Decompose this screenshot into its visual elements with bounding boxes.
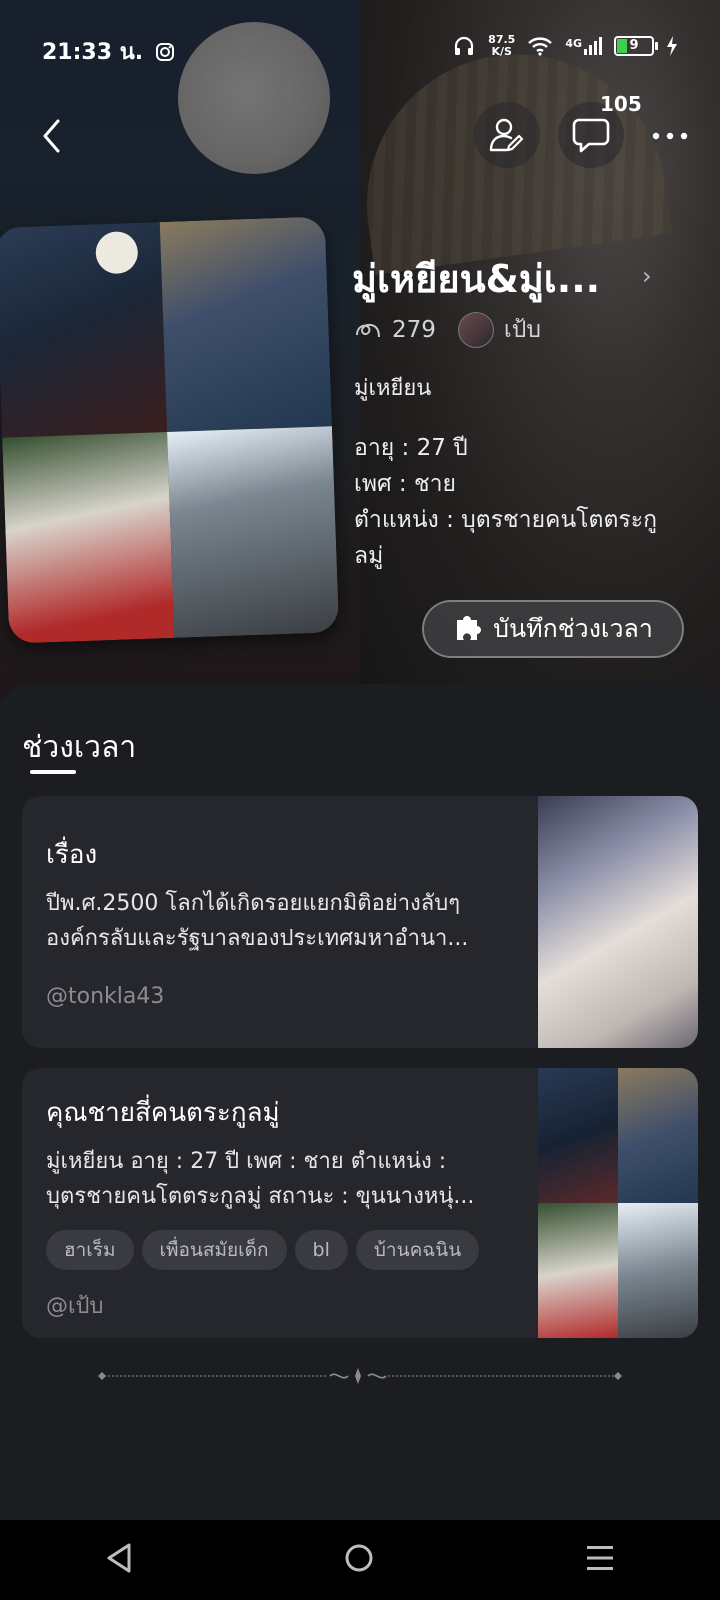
cover-tile	[0, 222, 168, 438]
net-speed: 87.5 K/S	[488, 33, 516, 58]
cover-tile	[167, 426, 340, 638]
creator-avatar[interactable]	[457, 312, 494, 348]
tag-chip[interactable]: เพื่อนสมัยเด็ก	[141, 1230, 287, 1270]
more-dots-icon	[652, 132, 688, 140]
recents-menu-icon	[587, 1546, 613, 1570]
cover-tile	[2, 431, 175, 644]
chevron-right-icon[interactable]: ›	[642, 262, 652, 290]
chat-count-badge: 105	[600, 92, 642, 116]
nav-home-button[interactable]	[343, 1542, 375, 1578]
more-button[interactable]	[640, 108, 700, 164]
puzzle-icon	[457, 616, 482, 640]
headphones-icon	[455, 36, 474, 55]
section-title[interactable]: ช่วงเวลา	[22, 724, 136, 771]
chat-bubble-icon	[572, 118, 610, 153]
character-title[interactable]: มู่เหยียน&มู่เ...	[352, 248, 642, 309]
character-name: มู่เหยียน	[354, 376, 432, 401]
card-title: คุณชายสี่คนตระกูลมู่	[46, 1098, 280, 1128]
card-author[interactable]: @เป้บ	[46, 1288, 103, 1323]
tag-chip[interactable]: ฮาเร็ม	[46, 1230, 134, 1270]
section-tab-indicator	[30, 770, 76, 774]
bio-line: อายุ : 27 ปี	[354, 435, 468, 461]
bio-line: ตำแหน่ง : บุตรชายคนโตตระกู	[354, 507, 658, 533]
tag-chip[interactable]: บ้านคฉนิน	[355, 1230, 480, 1270]
charging-icon	[667, 36, 677, 56]
card-title: เรื่อง	[46, 840, 98, 870]
save-moment-button[interactable]: บันทึกช่วงเวลา	[422, 600, 684, 658]
instagram-icon	[156, 42, 175, 61]
cover-tile	[159, 216, 332, 432]
battery-icon: 9	[614, 36, 658, 56]
card-thumbnail	[538, 1068, 698, 1338]
edit-profile-button[interactable]	[474, 102, 540, 168]
status-bar: 21:33 น. 87.5 K/S 4G 9	[0, 0, 720, 90]
wifi-icon	[528, 37, 553, 56]
character-stats: 279 เป้บ	[354, 312, 541, 348]
top-nav: 105	[0, 92, 720, 172]
moment-card[interactable]: คุณชายสี่คนตระกูลมู่ มู่เหยียน อายุ : 27…	[22, 1068, 698, 1338]
ornament-icon	[329, 1368, 387, 1384]
bio-line: ลมู่	[354, 543, 384, 569]
home-circle-icon	[345, 1544, 373, 1572]
back-button[interactable]	[24, 108, 80, 164]
moment-card[interactable]: เรื่อง ปีพ.ศ.2500 โลกได้เกิดรอยแยกมิติอย…	[22, 796, 698, 1048]
triangle-back-icon	[107, 1543, 131, 1573]
tag-list: ฮาเร็ม เพื่อนสมัยเด็ก bl บ้านคฉนิน	[46, 1230, 480, 1270]
bio-line: เพศ : ชาย	[354, 471, 456, 497]
back-arrow-icon	[43, 119, 60, 153]
nav-back-button[interactable]	[105, 1542, 133, 1578]
card-author[interactable]: @tonkla43	[46, 984, 164, 1009]
views-icon	[356, 323, 380, 338]
creator-name[interactable]: เป้บ	[504, 312, 541, 348]
status-time: 21:33 น.	[42, 40, 144, 65]
card-description: ปีพ.ศ.2500 โลกได้เกิดรอยแยกมิติอย่างลับๆ…	[46, 891, 469, 951]
save-moment-label: บันทึกช่วงเวลา	[493, 614, 653, 643]
tag-chip[interactable]: bl	[294, 1230, 348, 1270]
view-count: 279	[392, 317, 436, 343]
person-edit-icon	[489, 118, 524, 152]
system-nav-bar	[0, 1520, 720, 1600]
ornament-divider	[98, 1366, 622, 1386]
card-thumbnail	[538, 796, 698, 1048]
moments-panel: ช่วงเวลา เรื่อง ปีพ.ศ.2500 โลกได้เกิดรอย…	[0, 684, 720, 1524]
card-description: มู่เหยียน อายุ : 27 ปี เพศ : ชาย ตำแหน่ง…	[46, 1149, 475, 1209]
character-cover-image[interactable]	[0, 216, 340, 644]
nav-recents-button[interactable]	[585, 1543, 615, 1577]
cell-signal-icon: 4G	[565, 37, 602, 55]
